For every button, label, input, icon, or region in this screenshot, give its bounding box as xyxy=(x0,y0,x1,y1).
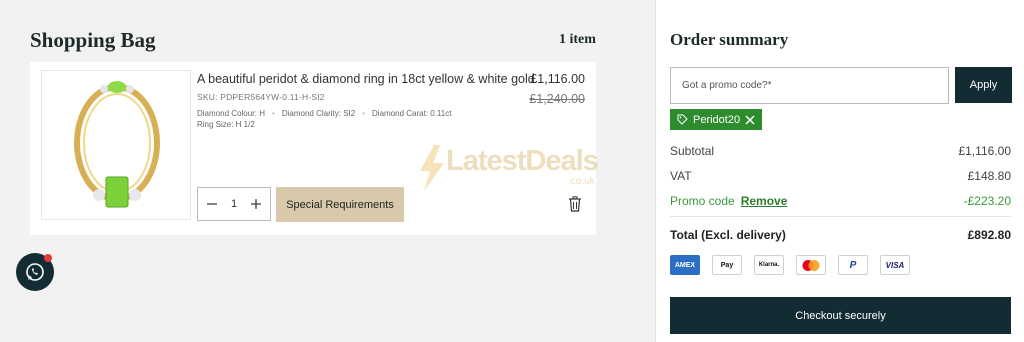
mastercard-icon xyxy=(796,255,826,275)
tag-icon xyxy=(677,114,688,125)
visa-icon: VISA xyxy=(880,255,910,275)
total-value: £892.80 xyxy=(967,228,1011,242)
promo-label: Promo code xyxy=(670,194,735,208)
product-name[interactable]: A beautiful peridot & diamond ring in 18… xyxy=(197,72,535,86)
separator-dot: • xyxy=(362,109,366,118)
page-title: Shopping Bag xyxy=(30,28,156,52)
ring-size: Ring Size: H 1/2 xyxy=(197,120,255,129)
trash-icon xyxy=(569,196,581,212)
promo-row: Promo code Remove -£223.20 xyxy=(670,194,1011,208)
diamond-carat: Diamond Carat: 0.11ct xyxy=(372,109,452,118)
subtotal-value: £1,116.00 xyxy=(958,144,1012,158)
watermark-domain: .co.uk xyxy=(568,176,595,187)
plus-icon xyxy=(251,199,261,209)
product-attributes: Diamond Colour: H • Diamond Clarity: SI2 • D… xyxy=(197,109,527,118)
apply-promo-button[interactable]: Apply xyxy=(955,67,1012,103)
quantity-stepper: 1 xyxy=(197,187,271,221)
order-summary-title: Order summary xyxy=(670,30,789,49)
increase-quantity-button[interactable] xyxy=(248,196,264,212)
amex-icon: AMEX xyxy=(670,255,700,275)
vat-value: £148.80 xyxy=(967,169,1011,183)
watermark-text: LatestDeals xyxy=(446,145,599,177)
subtotal-label: Subtotal xyxy=(670,144,715,158)
product-price: £1,116.00 xyxy=(530,72,585,86)
paypal-icon: P xyxy=(838,255,868,275)
notification-dot xyxy=(44,254,52,262)
separator-dot: • xyxy=(272,109,275,118)
diamond-colour: Diamond Colour: H xyxy=(197,109,266,118)
remove-promo-link[interactable]: Remove xyxy=(741,194,788,208)
whatsapp-icon xyxy=(26,263,44,281)
klarna-icon: Klarna. xyxy=(754,255,784,275)
apple-pay-icon: Pay xyxy=(712,255,742,275)
product-old-price: £1,240.00 xyxy=(529,92,585,106)
bolt-icon xyxy=(420,145,444,191)
subtotal-row: Subtotal £1,116.00 xyxy=(670,144,1011,158)
promo-code-text: Peridot20 xyxy=(693,113,741,126)
promo-value: -£223.20 xyxy=(963,194,1011,208)
promo-code-input[interactable]: Got a promo code?* xyxy=(670,67,949,104)
item-count: 1 item xyxy=(559,32,596,47)
remove-item-button[interactable] xyxy=(568,196,582,212)
applied-promo-tag: Peridot20 xyxy=(670,109,763,130)
minus-icon xyxy=(207,203,217,205)
product-sku: SKU: PDPER564YW-0.11-H-SI2 xyxy=(197,92,325,102)
divider xyxy=(670,216,1011,217)
watermark-logo: LatestDeals .co.uk xyxy=(418,145,599,191)
checkout-button[interactable]: Checkout securely xyxy=(670,297,1011,334)
diamond-clarity: Diamond Clarity: SI2 xyxy=(281,109,356,118)
order-summary-panel: Order summary Got a promo code?* Apply P… xyxy=(655,0,1024,342)
special-requirements-button[interactable]: Special Requirements xyxy=(276,187,404,222)
vat-row: VAT £148.80 xyxy=(670,169,1011,183)
payment-methods: AMEX Pay Klarna. P VISA xyxy=(670,255,910,275)
quantity-value[interactable]: 1 xyxy=(231,198,237,210)
vat-label: VAT xyxy=(670,169,692,183)
close-icon[interactable] xyxy=(745,115,755,125)
total-row: Total (Excl. delivery) £892.80 xyxy=(670,228,1011,242)
product-image[interactable] xyxy=(41,70,191,220)
bag-panel: Shopping Bag 1 item A beautiful peridot … xyxy=(0,0,655,342)
total-label: Total (Excl. delivery) xyxy=(670,228,786,242)
decrease-quantity-button[interactable] xyxy=(204,196,220,212)
